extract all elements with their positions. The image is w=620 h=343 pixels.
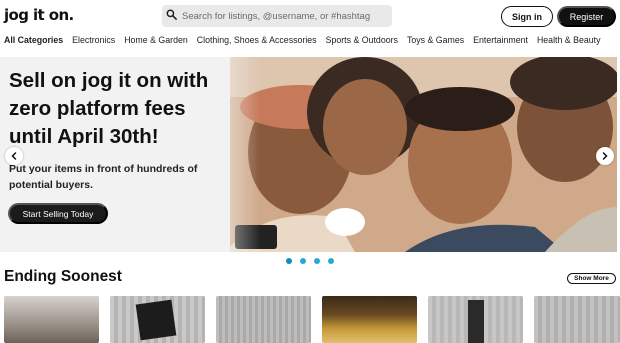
hero-photo-illustration [205, 57, 617, 252]
hero-title: Sell on jog it on with zero platform fee… [9, 69, 209, 148]
category-toys[interactable]: Toys & Games [407, 35, 464, 45]
listing-product-shape [135, 299, 177, 341]
chevron-right-icon [601, 147, 609, 165]
carousel-dot-4[interactable] [328, 258, 334, 264]
register-button[interactable]: Register [557, 6, 616, 27]
carousel-dots [286, 258, 334, 264]
hero-banner: Sell on jog it on with zero platform fee… [0, 57, 617, 252]
listing-card[interactable] [4, 296, 99, 343]
category-health-beauty[interactable]: Health & Beauty [537, 35, 601, 45]
category-all[interactable]: All Categories [4, 35, 63, 45]
listing-product-shape [468, 300, 484, 343]
listing-thumbnail [4, 296, 99, 343]
listing-card[interactable] [110, 296, 205, 343]
listing-card[interactable] [534, 296, 620, 343]
carousel-dot-2[interactable] [300, 258, 306, 264]
top-bar: jog it on. Sign in Register [0, 0, 620, 32]
category-nav: All Categories Electronics Home & Garden… [0, 33, 620, 47]
category-clothing[interactable]: Clothing, Shoes & Accessories [197, 35, 317, 45]
start-selling-button[interactable]: Start Selling Today [8, 203, 108, 224]
hero-subtitle: Put your items in front of hundreds of p… [9, 163, 198, 191]
carousel-dot-1[interactable] [286, 258, 292, 264]
section-title-ending-soonest: Ending Soonest [4, 268, 122, 285]
search-icon [166, 7, 182, 25]
category-sports[interactable]: Sports & Outdoors [326, 35, 398, 45]
carousel-dot-3[interactable] [314, 258, 320, 264]
listing-thumbnail [216, 296, 311, 343]
listing-card[interactable] [428, 296, 523, 343]
search-input[interactable] [182, 10, 382, 22]
show-more-button[interactable]: Show More [567, 273, 616, 284]
category-electronics[interactable]: Electronics [72, 35, 115, 45]
chevron-left-icon [10, 147, 18, 165]
listing-card[interactable] [322, 296, 417, 343]
category-home-garden[interactable]: Home & Garden [124, 35, 188, 45]
sign-in-button[interactable]: Sign in [501, 6, 553, 27]
listing-thumbnail [322, 296, 417, 343]
hero-photo [205, 57, 617, 252]
category-entertainment[interactable]: Entertainment [473, 35, 528, 45]
listing-thumbnail [534, 296, 620, 343]
brand-logo[interactable]: jog it on. [4, 6, 74, 24]
search-bar[interactable] [162, 5, 392, 27]
listing-cards-row [4, 296, 620, 343]
carousel-next-button[interactable] [596, 147, 614, 165]
listing-card[interactable] [216, 296, 311, 343]
carousel-prev-button[interactable] [5, 147, 23, 165]
